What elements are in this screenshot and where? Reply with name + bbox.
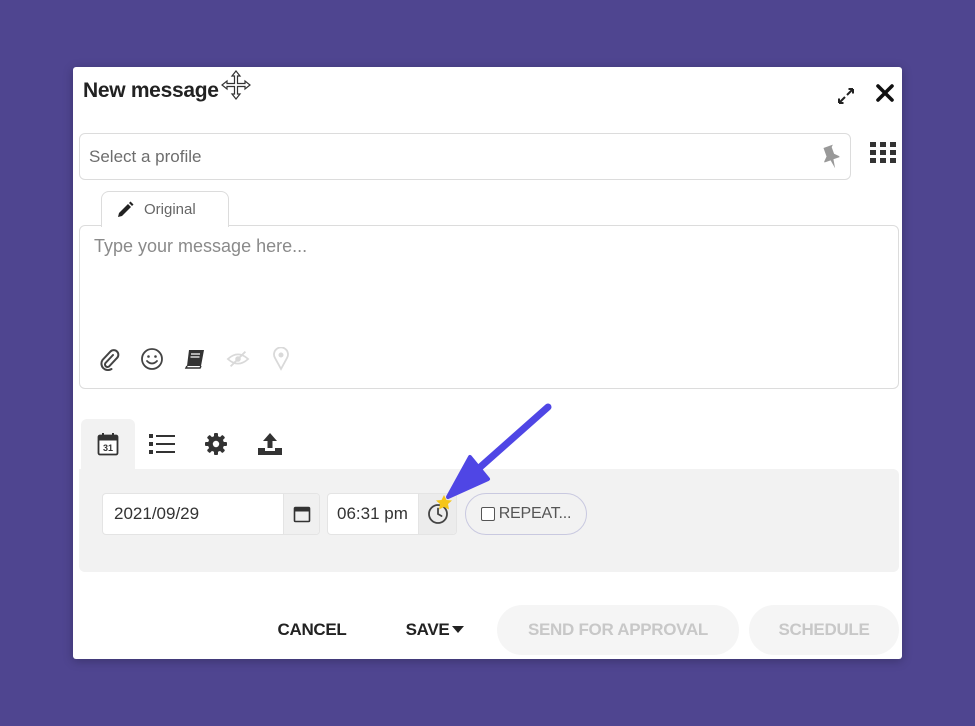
list-icon xyxy=(149,434,175,454)
clock-icon xyxy=(427,504,448,524)
schedule-button[interactable]: SCHEDULE xyxy=(749,605,899,655)
profile-input[interactable] xyxy=(89,147,789,167)
tab-original-label: Original xyxy=(144,201,196,218)
time-field xyxy=(327,493,457,535)
schedule-label: SCHEDULE xyxy=(778,620,870,639)
cancel-label: CANCEL xyxy=(277,620,347,639)
schedule-panel: REPEAT... xyxy=(79,469,899,572)
date-field xyxy=(102,493,320,535)
calendar-small-icon xyxy=(293,506,310,523)
save-button[interactable]: SAVE xyxy=(399,605,471,655)
pencil-icon xyxy=(118,201,134,217)
profile-selector[interactable] xyxy=(79,133,851,180)
message-editor xyxy=(79,225,899,389)
expand-icon[interactable] xyxy=(836,86,856,106)
svg-text:31: 31 xyxy=(103,443,113,453)
repeat-checkbox[interactable] xyxy=(480,507,495,521)
editor-toolbar xyxy=(97,347,293,371)
new-message-dialog: New message Original xyxy=(73,67,902,659)
smiley-icon[interactable] xyxy=(140,347,164,371)
tab-schedule[interactable]: 31 xyxy=(81,419,135,469)
date-picker-button[interactable] xyxy=(283,494,319,534)
time-picker-button[interactable] xyxy=(418,494,456,534)
book-icon[interactable] xyxy=(183,347,207,371)
caret-down-icon xyxy=(452,626,465,633)
send-for-approval-button[interactable]: SEND FOR APPROVAL xyxy=(497,605,739,655)
save-label: SAVE xyxy=(405,620,450,639)
pin-icon[interactable] xyxy=(818,144,842,170)
message-input[interactable] xyxy=(94,236,884,326)
eye-slash-icon[interactable] xyxy=(226,347,250,371)
time-input[interactable] xyxy=(328,494,420,534)
apps-grid-icon[interactable] xyxy=(870,142,896,164)
tab-list[interactable] xyxy=(135,419,189,469)
upload-icon xyxy=(258,433,282,455)
dialog-title: New message xyxy=(83,79,219,102)
move-cursor-icon xyxy=(221,70,251,100)
gear-icon xyxy=(205,433,227,455)
approval-label: SEND FOR APPROVAL xyxy=(527,620,709,639)
repeat-label: REPEAT... xyxy=(498,505,572,522)
repeat-toggle[interactable]: REPEAT... xyxy=(465,493,587,535)
date-input[interactable] xyxy=(103,494,285,534)
options-tabs: 31 xyxy=(81,419,297,469)
paperclip-icon[interactable] xyxy=(97,347,121,371)
calendar-icon: 31 xyxy=(97,433,119,456)
cancel-button[interactable]: CANCEL xyxy=(269,605,355,655)
close-icon[interactable] xyxy=(875,83,895,103)
tab-original[interactable]: Original xyxy=(101,191,229,227)
tab-upload[interactable] xyxy=(243,419,297,469)
tab-settings[interactable] xyxy=(189,419,243,469)
location-pin-icon[interactable] xyxy=(269,347,293,371)
